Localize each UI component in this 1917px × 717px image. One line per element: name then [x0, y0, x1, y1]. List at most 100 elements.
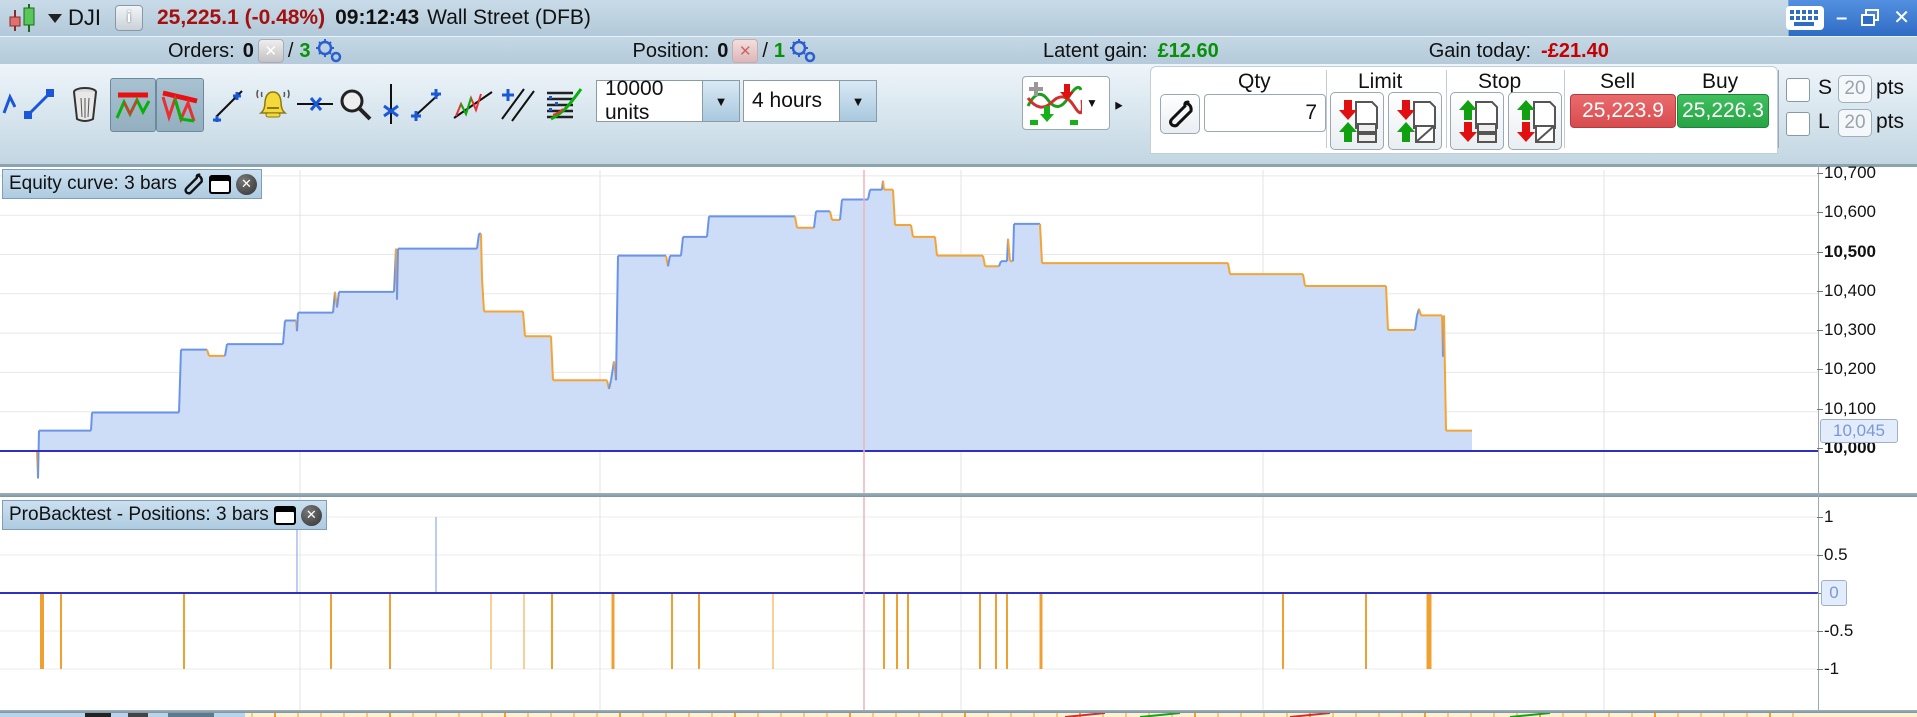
axis-tick: [1817, 669, 1823, 670]
positions-close-icon[interactable]: ✕: [300, 504, 322, 526]
equity-chart-canvas[interactable]: [0, 170, 1818, 496]
positions-maximize-icon[interactable]: [273, 505, 296, 525]
trend-segment-icon: [22, 87, 56, 121]
orders-slash: /: [287, 39, 294, 62]
toolbar-more-arrow-icon[interactable]: ‣: [1112, 94, 1125, 120]
status-bar: Orders: 0 ✕ / 3 Position: 0 ✕ / 1 Latent…: [0, 36, 1917, 65]
backtest-report-tool[interactable]: [544, 78, 583, 130]
axis-label: 10,700: [1824, 162, 1876, 182]
pattern-channel-tool[interactable]: [156, 78, 204, 132]
latent-gain-label: Latent gain:: [1043, 39, 1148, 62]
horizontal-line-tool[interactable]: [296, 78, 334, 130]
timeframe-dropdown-arrow-icon[interactable]: ▼: [839, 81, 876, 121]
gain-today-label: Gain today:: [1428, 39, 1532, 62]
limit-checkbox[interactable]: [1786, 112, 1810, 136]
equity-maximize-icon[interactable]: [208, 174, 231, 194]
units-dropdown[interactable]: 10000 units ▼: [596, 77, 740, 124]
stop-pts-input[interactable]: [1838, 75, 1872, 103]
close-icon[interactable]: ✕: [1893, 0, 1910, 36]
keyboard-icon[interactable]: [1785, 5, 1825, 31]
horizontal-line-icon: [297, 94, 333, 114]
segment-two-points-tool[interactable]: [408, 78, 446, 130]
limit-order-icon: [1336, 98, 1378, 144]
alarm-tool[interactable]: [252, 78, 294, 130]
axis-label: 10,400: [1824, 280, 1876, 300]
main-toolbar: 10000 units ▼ 4 hours ▼ ▼ ‣ Qty 7 Limit …: [0, 64, 1917, 164]
axis-tick: [1817, 408, 1823, 410]
position-slash: /: [762, 39, 768, 62]
position-count: 0: [717, 39, 729, 62]
alarm-bell-icon: [254, 86, 292, 122]
limit-order-button[interactable]: [1330, 92, 1384, 150]
position-total: 1: [773, 39, 786, 62]
units-value: 10000 units: [605, 77, 664, 124]
orders-label: Orders:: [168, 39, 235, 62]
orders-count: 0: [242, 39, 254, 62]
parallel-lines-tool[interactable]: [498, 78, 536, 130]
segment-two-points-icon: [409, 86, 445, 122]
stop-order-edit-button[interactable]: [1508, 92, 1562, 150]
axis-tick: [1817, 631, 1823, 632]
qty-label: Qty: [1238, 70, 1271, 93]
stop-checkbox[interactable]: [1786, 78, 1810, 102]
vertical-line-icon: [380, 84, 402, 124]
symbol-dropdown-caret[interactable]: [48, 13, 62, 23]
axis-border: [1818, 164, 1819, 710]
zigzag-partial-icon[interactable]: [0, 78, 18, 130]
order-settings-button[interactable]: [1160, 94, 1200, 134]
segment-point-icon: [211, 86, 247, 122]
trading-app-window: DJI i 25,225.1 (-0.48%) 09:12:43 Wall St…: [0, 0, 1917, 717]
orders-gear-icon[interactable]: [313, 38, 343, 64]
axis-tick: [1817, 448, 1823, 449]
equity-panel-titlebar: Equity curve: 3 bars ✕: [2, 169, 262, 199]
sliver-price-chart-fragment: [245, 713, 1917, 717]
limit-pts-label: pts: [1876, 110, 1905, 133]
axis-label: -1: [1824, 659, 1840, 678]
equity-close-icon[interactable]: ✕: [235, 173, 257, 195]
equity-settings-wrench-icon[interactable]: [182, 173, 204, 195]
qty-input[interactable]: [1204, 94, 1326, 132]
axis-tick: [1817, 212, 1823, 214]
pattern-resistance-icon: [114, 88, 152, 122]
chart-type-arrow-icon[interactable]: ▼: [1086, 96, 1098, 110]
next-panel-sliver: [0, 713, 1917, 717]
pattern-resistance-tool[interactable]: [110, 78, 156, 132]
positions-panel-title: ProBacktest - Positions: 3 bars: [9, 504, 269, 525]
axis-label: -0.5: [1824, 621, 1854, 640]
close-position-icon[interactable]: ✕: [732, 39, 759, 63]
trash-icon: [69, 86, 101, 122]
timeframe-value: 4 hours: [752, 89, 823, 112]
vertical-line-tool[interactable]: [372, 78, 410, 130]
axis-label: 1: [1824, 507, 1834, 526]
limit-order-edit-icon: [1394, 98, 1436, 144]
limit-pts-input[interactable]: [1838, 109, 1872, 137]
price-change-label: 25,225.1 (-0.48%): [157, 6, 326, 29]
axis-label: 10,300: [1824, 320, 1876, 340]
info-icon[interactable]: i: [115, 5, 143, 31]
pattern-channel-icon: [160, 87, 200, 123]
buy-button[interactable]: 25,226.3: [1677, 94, 1769, 128]
delete-drawings-tool[interactable]: [66, 78, 104, 130]
sell-label: Sell: [1600, 70, 1636, 93]
sell-button[interactable]: 25,223.9: [1570, 94, 1676, 128]
buy-price: 25,226.3: [1682, 99, 1764, 122]
positions-current-value-badge: 0: [1821, 580, 1847, 606]
timeframe-dropdown[interactable]: 4 hours ▼: [743, 80, 877, 122]
chart-type-button[interactable]: ▼: [1022, 76, 1110, 130]
cancel-orders-icon[interactable]: ✕: [257, 39, 284, 63]
units-dropdown-arrow-icon[interactable]: ▼: [702, 81, 739, 121]
axis-tick: [1817, 290, 1823, 292]
restore-icon[interactable]: [1861, 9, 1880, 27]
minimize-icon[interactable]: –: [1836, 0, 1847, 36]
limit-order-edit-button[interactable]: [1388, 92, 1442, 150]
position-gear-icon[interactable]: [787, 38, 817, 64]
trend-segment-tool[interactable]: [20, 78, 58, 130]
zoom-tool[interactable]: [336, 78, 374, 130]
segment-point-tool[interactable]: [210, 78, 248, 130]
stop-pts-label: pts: [1876, 76, 1905, 99]
axis-label: 0.5: [1824, 545, 1848, 564]
axis-tick: [1817, 555, 1823, 556]
stop-label: Stop: [1478, 70, 1522, 93]
stop-order-button[interactable]: [1450, 92, 1504, 150]
zigzag-trendline-tool[interactable]: [450, 78, 496, 130]
